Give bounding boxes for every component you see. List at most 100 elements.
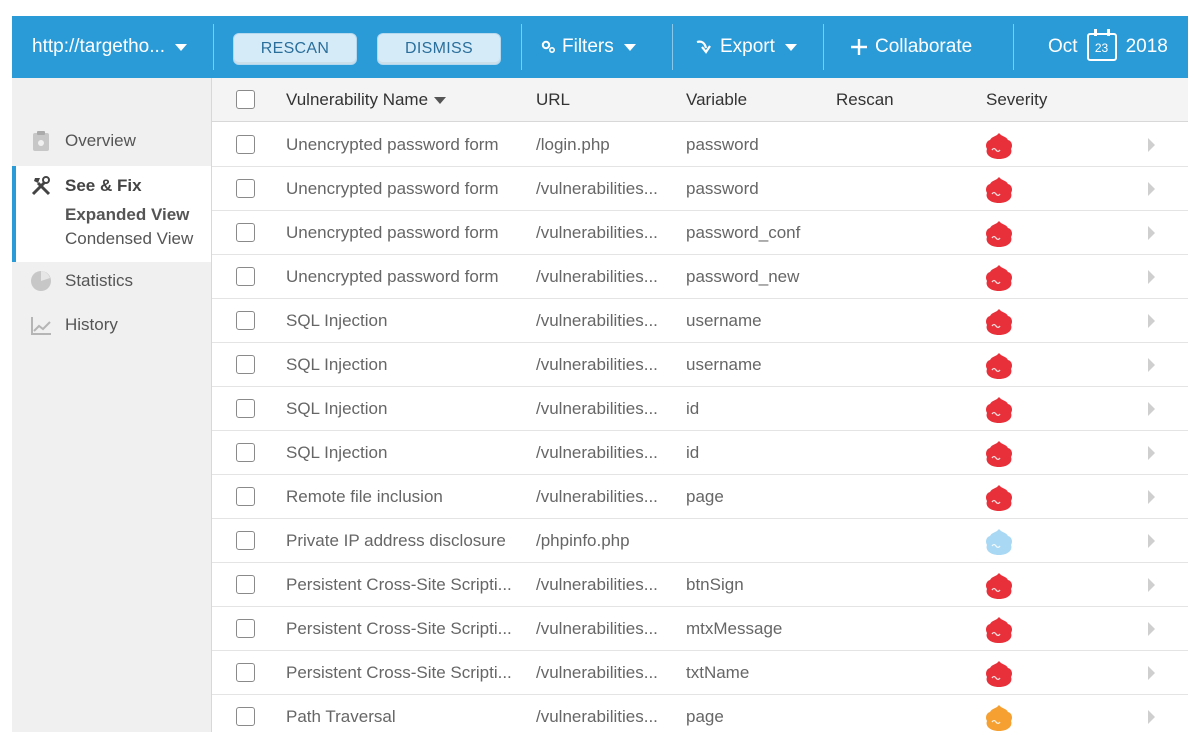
chevron-right-icon[interactable] [1148, 138, 1155, 152]
row-checkbox[interactable] [236, 663, 255, 682]
row-checkbox[interactable] [236, 311, 255, 330]
clipboard-icon [33, 131, 49, 151]
date-day: 23 [1094, 41, 1109, 55]
table-row[interactable]: Unencrypted password form/vulnerabilitie… [212, 167, 1188, 211]
date-month: Oct [1048, 36, 1078, 57]
row-checkbox[interactable] [236, 487, 255, 506]
collaborate-button[interactable]: Collaborate [850, 16, 972, 78]
variable-cell: password_new [686, 267, 800, 286]
row-checkbox[interactable] [236, 707, 255, 726]
toolbar-divider [213, 24, 214, 70]
row-checkbox[interactable] [236, 179, 255, 198]
table-row[interactable]: Unencrypted password form/login.php passw… [212, 123, 1188, 167]
vulnerability-name-cell: Unencrypted password form [286, 135, 499, 154]
row-checkbox[interactable] [236, 135, 255, 154]
target-selector[interactable]: http://targetho... [32, 16, 188, 78]
variable-cell: id [686, 443, 700, 462]
chevron-right-icon[interactable] [1148, 226, 1155, 240]
expanded-view-link[interactable]: Expanded View [65, 205, 189, 225]
table-row[interactable]: SQL Injection/vulnerabilities... username [212, 343, 1188, 387]
date-picker[interactable]: Oct 23 2018 [1048, 16, 1168, 78]
url-cell: /vulnerabilities... [536, 575, 658, 594]
sidebar-item-label: See & Fix [65, 176, 142, 195]
column-header-severity[interactable]: Severity [986, 78, 1047, 122]
severity-high-icon [986, 485, 1012, 511]
date-year: 2018 [1125, 36, 1168, 57]
row-checkbox[interactable] [236, 619, 255, 638]
severity-high-icon [986, 309, 1012, 335]
row-checkbox[interactable] [236, 355, 255, 374]
vulnerability-name-cell: Unencrypted password form [286, 267, 499, 286]
sidebar-item-statistics[interactable]: Statistics [12, 262, 211, 300]
calendar-icon: 23 [1086, 29, 1117, 61]
severity-high-icon [986, 397, 1012, 423]
table-row[interactable]: SQL Injection/vulnerabilities... id [212, 387, 1188, 431]
sidebar-item-history[interactable]: History [12, 306, 211, 344]
chevron-right-icon[interactable] [1148, 490, 1155, 504]
table-row[interactable]: SQL Injection/vulnerabilities... id [212, 431, 1188, 475]
toolbar-divider [1013, 24, 1014, 70]
url-cell: /vulnerabilities... [536, 311, 658, 330]
table-row[interactable]: Unencrypted password form/vulnerabilitie… [212, 255, 1188, 299]
rescan-button[interactable]: RESCAN [233, 33, 357, 65]
url-cell: /vulnerabilities... [536, 355, 658, 374]
variable-cell: page [686, 487, 724, 506]
table-row[interactable]: Persistent Cross-Site Scripti... /vulnera… [212, 607, 1188, 651]
export-button[interactable]: Export [694, 16, 797, 78]
url-cell: /phpinfo.php [536, 531, 630, 550]
column-header-rescan[interactable]: Rescan [836, 78, 894, 122]
vulnerability-name-cell: Remote file inclusion [286, 487, 443, 506]
chevron-right-icon[interactable] [1148, 578, 1155, 592]
column-header-url[interactable]: URL [536, 78, 570, 122]
row-checkbox[interactable] [236, 223, 255, 242]
row-checkbox[interactable] [236, 443, 255, 462]
chevron-right-icon[interactable] [1148, 710, 1155, 724]
table-row[interactable]: Persistent Cross-Site Scripti... /vulnera… [212, 651, 1188, 695]
chevron-right-icon[interactable] [1148, 622, 1155, 636]
row-checkbox[interactable] [236, 531, 255, 550]
sidebar-item-label: History [65, 315, 118, 334]
row-checkbox[interactable] [236, 399, 255, 418]
vulnerability-name-cell: Path Traversal [286, 707, 396, 726]
row-checkbox[interactable] [236, 575, 255, 594]
vulnerability-name-cell: Unencrypted password form [286, 179, 499, 198]
variable-cell: id [686, 399, 700, 418]
filters-button[interactable]: Filters [540, 16, 636, 78]
sidebar-item-overview[interactable]: Overview [12, 122, 211, 160]
variable-cell: password [686, 135, 759, 154]
chevron-right-icon[interactable] [1148, 314, 1155, 328]
gear-icon [541, 40, 556, 54]
chevron-right-icon[interactable] [1148, 666, 1155, 680]
export-label: Export [720, 36, 775, 57]
vulnerability-name-cell: Persistent Cross-Site Scripti... [286, 575, 512, 594]
table-row[interactable]: SQL Injection/vulnerabilities... username [212, 299, 1188, 343]
column-header-name[interactable]: Vulnerability Name [286, 78, 447, 122]
select-all-checkbox[interactable] [236, 90, 255, 109]
table-row[interactable]: Unencrypted password form/vulnerabilitie… [212, 211, 1188, 255]
toolbar-divider [521, 24, 522, 70]
url-cell: /vulnerabilities... [536, 663, 658, 682]
sidebar-item-label: Overview [65, 131, 136, 150]
chevron-right-icon[interactable] [1148, 358, 1155, 372]
url-cell: /vulnerabilities... [536, 707, 658, 726]
table-row[interactable]: Persistent Cross-Site Scripti... /vulnera… [212, 563, 1188, 607]
dismiss-button[interactable]: DISMISS [377, 33, 501, 65]
severity-medium-icon [986, 705, 1012, 731]
severity-high-icon [986, 133, 1012, 159]
url-cell: /vulnerabilities... [536, 487, 658, 506]
chevron-right-icon[interactable] [1148, 270, 1155, 284]
export-arrow-icon [696, 40, 711, 54]
variable-cell: mtxMessage [686, 619, 783, 638]
chevron-right-icon[interactable] [1148, 402, 1155, 416]
chevron-right-icon[interactable] [1148, 182, 1155, 196]
table-row[interactable]: Private IP address disclosure/phpinfo.ph… [212, 519, 1188, 563]
chevron-right-icon[interactable] [1148, 534, 1155, 548]
table-row[interactable]: Remote file inclusion/vulnerabilities...… [212, 475, 1188, 519]
chevron-right-icon[interactable] [1148, 446, 1155, 460]
row-checkbox[interactable] [236, 267, 255, 286]
variable-cell: username [686, 311, 762, 330]
column-header-variable[interactable]: Variable [686, 78, 747, 122]
app-frame: http://targetho... RESCAN DISMISS Filter… [12, 16, 1188, 732]
table-row[interactable]: Path Traversal/vulnerabilities... page [212, 695, 1188, 732]
condensed-view-link[interactable]: Condensed View [65, 229, 193, 249]
